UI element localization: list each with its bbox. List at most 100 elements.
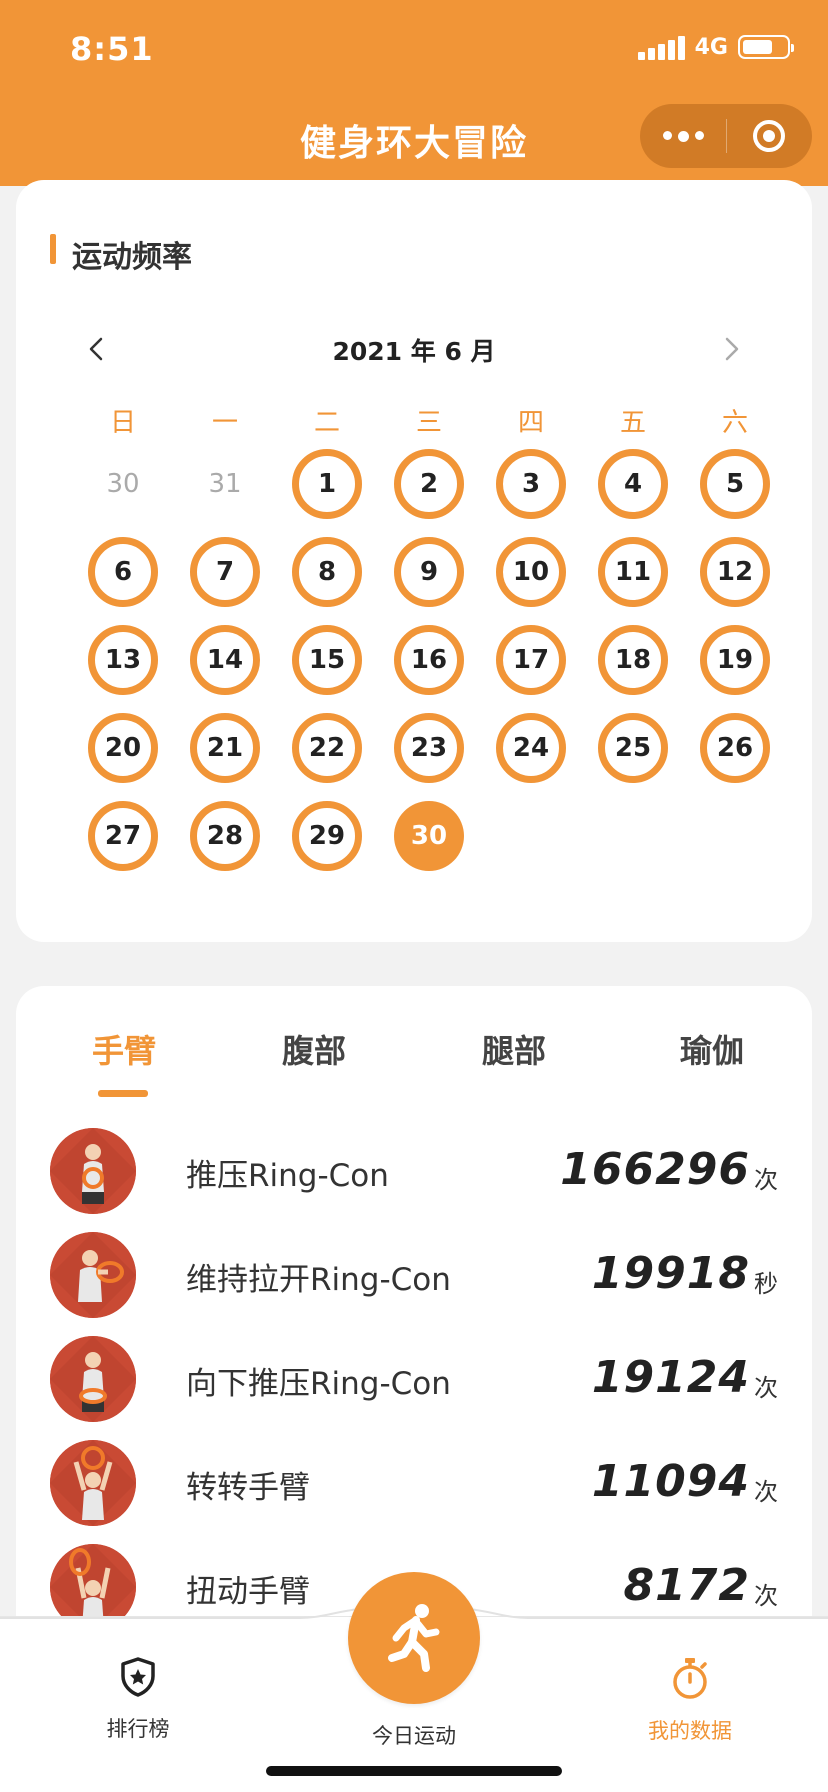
calendar-day[interactable]: 18 <box>582 624 684 695</box>
app-header: 8:51 4G 健身环大冒险 <box>0 0 828 186</box>
calendar-day-number: 8 <box>292 536 362 607</box>
calendar-day[interactable]: 27 <box>72 800 174 871</box>
calendar-day[interactable]: 12 <box>684 536 786 607</box>
exercise-name: 推压Ring-Con <box>186 1158 389 1194</box>
calendar-day-number: 29 <box>292 800 362 871</box>
calendar-day[interactable]: 17 <box>480 624 582 695</box>
calendar-day[interactable]: 23 <box>378 712 480 783</box>
exercise-row[interactable]: 转转手臂 11094 次 <box>16 1430 812 1534</box>
calendar-day[interactable]: 6 <box>72 536 174 607</box>
exercise-unit: 次 <box>754 1166 778 1194</box>
calendar-day[interactable]: 13 <box>72 624 174 695</box>
exercise-count: 19918 <box>591 1248 750 1299</box>
calendar-day-number: 25 <box>598 712 668 783</box>
calendar-day[interactable]: 9 <box>378 536 480 607</box>
tab-ranking-label: 排行榜 <box>106 1717 170 1741</box>
calendar-day[interactable]: 8 <box>276 536 378 607</box>
stopwatch-icon <box>673 1658 707 1699</box>
calendar-day-number: 17 <box>496 624 566 695</box>
exercise-name: 向下推压Ring-Con <box>186 1366 451 1402</box>
calendar-day-number: 12 <box>700 536 770 607</box>
tab-arm[interactable]: 手臂 <box>64 1026 184 1072</box>
calendar-day-number: 30 <box>394 800 464 871</box>
battery-icon <box>738 35 794 59</box>
today-exercise-button[interactable] <box>348 1572 480 1704</box>
calendar-day[interactable]: 20 <box>72 712 174 783</box>
weekday-label: 二 <box>313 408 340 438</box>
calendar-day[interactable]: 19 <box>684 624 786 695</box>
calendar-day-number: 15 <box>292 624 362 695</box>
calendar-day[interactable]: 21 <box>174 712 276 783</box>
calendar-day-number: 24 <box>496 712 566 783</box>
calendar-day[interactable]: 7 <box>174 536 276 607</box>
calendar-day-other-month[interactable]: 31 <box>174 448 276 519</box>
calendar-day-number: 7 <box>190 536 260 607</box>
calendar-day[interactable]: 26 <box>684 712 786 783</box>
tab-my-data[interactable]: 我的数据 <box>610 1655 770 1745</box>
network-type: 4G <box>694 34 728 60</box>
exercise-row[interactable]: 维持拉开Ring-Con 19918 秒 <box>16 1222 812 1326</box>
calendar-day-number: 28 <box>190 800 260 871</box>
chevron-right-icon[interactable] <box>716 334 746 364</box>
exercise-row[interactable]: 推压Ring-Con 166296 次 <box>16 1118 812 1222</box>
weekday-label: 四 <box>517 408 544 438</box>
exercise-avatar <box>50 1440 136 1526</box>
tab-legs[interactable]: 腿部 <box>454 1026 574 1072</box>
calendar-card: 运动频率 2021 年 6 月 日 一 二 三 四 五 六 30 31 1 2 3 4 5 6… <box>16 180 812 942</box>
more-icon[interactable] <box>640 130 726 142</box>
calendar-day-today[interactable]: 30 <box>378 800 480 871</box>
calendar-day-number: 14 <box>190 624 260 695</box>
mini-program-capsule <box>640 104 812 168</box>
calendar-day[interactable]: 1 <box>276 448 378 519</box>
weekday-label: 三 <box>415 408 442 438</box>
calendar-day[interactable]: 24 <box>480 712 582 783</box>
status-icons: 4G <box>637 34 794 60</box>
calendar-day[interactable]: 10 <box>480 536 582 607</box>
tab-yoga[interactable]: 瑜伽 <box>652 1026 772 1072</box>
calendar-day[interactable]: 14 <box>174 624 276 695</box>
tab-ranking[interactable]: 排行榜 <box>58 1655 218 1743</box>
calendar-day-number: 3 <box>496 448 566 519</box>
calendar-day-number: 23 <box>394 712 464 783</box>
calendar-day-number: 5 <box>700 448 770 519</box>
tab-abs[interactable]: 腹部 <box>254 1026 374 1072</box>
calendar-day-number: 26 <box>700 712 770 783</box>
exercise-unit: 次 <box>754 1478 778 1506</box>
weekday-header: 日 一 二 三 四 五 六 <box>72 402 788 439</box>
calendar-day[interactable]: 22 <box>276 712 378 783</box>
calendar-day-number: 31 <box>208 468 242 499</box>
exercise-count: 166296 <box>560 1144 750 1195</box>
exercise-row[interactable]: 向下推压Ring-Con 19124 次 <box>16 1326 812 1430</box>
exercise-avatar <box>50 1128 136 1214</box>
calendar-day[interactable]: 11 <box>582 536 684 607</box>
calendar-days: 30 31 1 2 3 4 5 6 7 8 9 10 11 12 13 14 15 16 17 18 19 20 21 22 2… <box>72 448 788 871</box>
calendar-day-number: 21 <box>190 712 260 783</box>
calendar-day-number: 18 <box>598 624 668 695</box>
active-tab-indicator <box>98 1090 148 1097</box>
calendar-day[interactable]: 15 <box>276 624 378 695</box>
exercise-avatar <box>50 1232 136 1318</box>
calendar-day[interactable]: 28 <box>174 800 276 871</box>
exercise-unit: 秒 <box>754 1270 778 1298</box>
calendar-day[interactable]: 5 <box>684 448 786 519</box>
category-tabs: 手臂 腹部 腿部 瑜伽 <box>16 1026 812 1086</box>
calendar-day-number: 4 <box>598 448 668 519</box>
calendar-day-number: 11 <box>598 536 668 607</box>
calendar-day-number: 13 <box>88 624 158 695</box>
weekday-label: 六 <box>721 408 748 438</box>
calendar-day-number: 1 <box>292 448 362 519</box>
calendar-day[interactable]: 25 <box>582 712 684 783</box>
calendar-day[interactable]: 4 <box>582 448 684 519</box>
calendar-day-number: 6 <box>88 536 158 607</box>
calendar-day-other-month[interactable]: 30 <box>72 448 174 519</box>
calendar-day[interactable]: 29 <box>276 800 378 871</box>
calendar-day-number: 2 <box>394 448 464 519</box>
exercise-count: 11094 <box>591 1456 750 1507</box>
calendar-day[interactable]: 2 <box>378 448 480 519</box>
close-target-icon[interactable] <box>727 120 811 152</box>
calendar-day[interactable]: 16 <box>378 624 480 695</box>
calendar-day-number: 22 <box>292 712 362 783</box>
calendar-day[interactable]: 3 <box>480 448 582 519</box>
tab-my-data-label: 我的数据 <box>648 1719 732 1743</box>
month-label: 2021 年 6 月 <box>332 337 496 366</box>
